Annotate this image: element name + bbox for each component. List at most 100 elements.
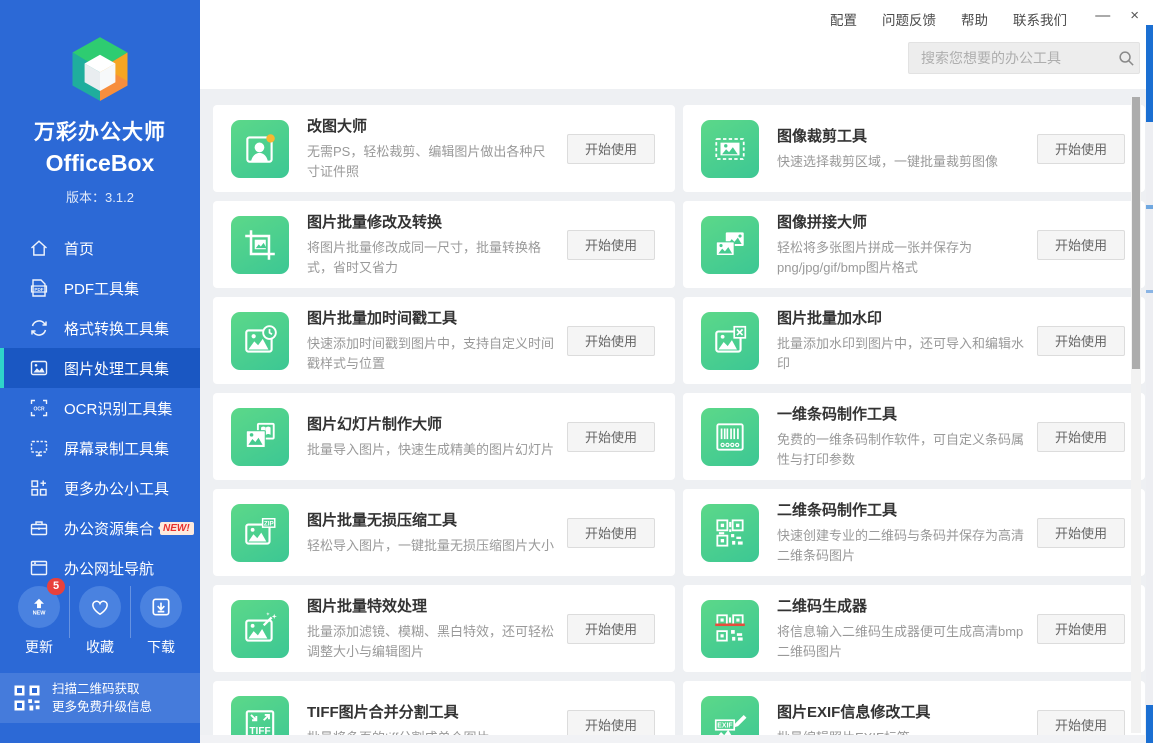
qrcode-icon xyxy=(701,503,759,562)
favorite-button[interactable]: 收藏 xyxy=(72,585,128,657)
edge-segment xyxy=(1146,25,1153,122)
sidebar-item-label: 办公网址导航 xyxy=(64,560,155,578)
resize-photo-icon xyxy=(231,215,289,274)
avatar-photo-icon xyxy=(231,119,289,178)
tool-text: 图片批量加时间戳工具快速添加时间戳到图片中，支持自定义时间戳样式与位置 xyxy=(307,307,557,374)
sidebar-item-6[interactable]: 更多办公小工具 xyxy=(0,468,200,508)
qr-upgrade-text: 扫描二维码获取 更多免费升级信息 xyxy=(52,681,153,714)
tool-description: 批量将多页的tiff分割成单个图片 xyxy=(307,728,557,735)
download-button[interactable]: 下载 xyxy=(133,585,189,657)
sidebar-item-2[interactable]: 格式转换工具集 xyxy=(0,308,200,348)
window-controls: — × xyxy=(1095,6,1139,26)
tool-description: 免费的一维条码制作软件，可自定义条码属性与打印参数 xyxy=(777,431,1025,467)
sidebar-item-8[interactable]: 办公网址导航 xyxy=(0,548,200,588)
tool-title: 二维条码制作工具 xyxy=(777,501,898,519)
close-button[interactable]: × xyxy=(1130,6,1139,26)
menu-item-2[interactable]: 帮助 xyxy=(961,9,988,29)
edge-segment xyxy=(1146,0,1153,25)
vertical-scrollbar[interactable] xyxy=(1131,97,1141,733)
tool-card: 一维条码制作工具免费的一维条码制作软件，可自定义条码属性与打印参数 开始使用 xyxy=(683,393,1145,480)
search-box xyxy=(908,42,1140,74)
start-use-button[interactable]: 开始使用 xyxy=(1037,421,1125,452)
tool-card: ZIP 图片批量无损压缩工具 轻松导入图片，一键批量无损压缩图片大小 开始使用 xyxy=(213,489,675,576)
tool-card: 图片批量加水印批量添加水印到图片中，还可导入和编辑水印 开始使用 xyxy=(683,297,1145,384)
tiff-icon: TIFF xyxy=(231,695,289,735)
search-icon[interactable] xyxy=(1113,50,1139,67)
tool-title: TIFF图片合并分割工具 xyxy=(307,703,459,721)
tool-title: 图片批量加水印 xyxy=(777,309,883,327)
start-use-button[interactable]: 开始使用 xyxy=(1037,613,1125,644)
start-use-button[interactable]: 开始使用 xyxy=(1037,517,1125,548)
svg-text:EXIF: EXIF xyxy=(717,722,732,729)
start-use-button[interactable]: 开始使用 xyxy=(567,517,655,548)
pdf-icon: PDF xyxy=(28,277,50,299)
browser-icon xyxy=(28,557,50,579)
tool-title: 改图大师 xyxy=(307,117,368,135)
sidebar-item-label: PDF工具集 xyxy=(64,280,140,298)
svg-text:PDF: PDF xyxy=(34,287,43,292)
tool-description: 将信息输入二维码生成器便可生成高清bmp二维码图片 xyxy=(777,623,1024,659)
exif-icon: EXIF xyxy=(701,695,759,735)
sidebar-item-7[interactable]: 办公资源集合 NEW! xyxy=(0,508,200,548)
start-use-button[interactable]: 开始使用 xyxy=(567,709,655,735)
update-button[interactable]: 5 NEW 更新 xyxy=(11,577,67,657)
start-use-button[interactable]: 开始使用 xyxy=(1037,229,1125,260)
qr-upgrade-panel[interactable]: 扫描二维码获取 更多免费升级信息 xyxy=(0,672,200,723)
convert-icon xyxy=(28,317,50,339)
tool-description: 批量添加滤镜、模糊、黑白特效，还可轻松调整大小与编辑图片 xyxy=(307,623,555,659)
start-use-button[interactable]: 开始使用 xyxy=(567,133,655,164)
tool-card: 二维条码制作工具 快速创建专业的二维码与条码并保存为高清二维条码图片 开始使用 xyxy=(683,489,1145,576)
sidebar-item-0[interactable]: 首页 xyxy=(0,228,200,268)
start-use-button[interactable]: 开始使用 xyxy=(1037,709,1125,735)
start-use-button[interactable]: 开始使用 xyxy=(1037,133,1125,164)
tool-title: 图片批量加时间戳工具 xyxy=(307,309,458,327)
start-use-button[interactable]: 开始使用 xyxy=(567,325,655,356)
main-area: 配置 问题反馈 帮助 联系我们 — × 改图大师无需PS，轻松裁剪、编辑图片做出各种尺… xyxy=(200,0,1153,743)
tool-description: 批量添加水印到图片中，还可导入和编辑水印 xyxy=(777,335,1025,371)
tool-title: 图片EXIF信息修改工具 xyxy=(777,703,931,721)
tool-card: 图片幻灯片制作大师 批量导入图片，快速生成精美的图片幻灯片 开始使用 xyxy=(213,393,675,480)
tool-title: 图片批量无损压缩工具 xyxy=(307,511,458,529)
tool-card: 图像裁剪工具 快速选择裁剪区域，一键批量裁剪图像 开始使用 xyxy=(683,105,1145,192)
tool-title: 图片批量修改及转换 xyxy=(307,213,443,231)
sidebar-item-3[interactable]: 图片处理工具集 xyxy=(0,348,200,388)
tool-text: 二维码生成器 将信息输入二维码生成器便可生成高清bmp二维码图片 xyxy=(777,595,1027,662)
tool-card: 图像拼接大师 轻松将多张图片拼成一张并保存为png/jpg/gif/bmp图片格式… xyxy=(683,201,1145,288)
menu-item-3[interactable]: 联系我们 xyxy=(1013,9,1067,29)
sidebar-item-label: 首页 xyxy=(64,240,95,258)
qr-generator-icon xyxy=(701,599,759,658)
tool-text: 图像裁剪工具 快速选择裁剪区域，一键批量裁剪图像 xyxy=(777,125,1027,172)
sidebar-item-label: 格式转换工具集 xyxy=(64,320,170,338)
barcode-icon xyxy=(701,407,759,466)
svg-text:NEW: NEW xyxy=(33,610,47,616)
menu-item-1[interactable]: 问题反馈 xyxy=(882,9,936,29)
sidebar-item-1[interactable]: PDF PDF工具集 xyxy=(0,268,200,308)
start-use-button[interactable]: 开始使用 xyxy=(567,229,655,260)
sidebar-item-label: OCR识别工具集 xyxy=(64,400,173,418)
start-use-button[interactable]: 开始使用 xyxy=(1037,325,1125,356)
update-count-badge: 5 xyxy=(47,577,65,595)
ocr-icon: OCR xyxy=(28,397,50,419)
tool-card: EXIF图片EXIF信息修改工具批量编辑照片EXIF标签开始使用 xyxy=(683,681,1145,735)
tool-card: 图片批量修改及转换 将图片批量修改成同一尺寸，批量转换格式，省时又省力 开始使用 xyxy=(213,201,675,288)
sidebar-item-4[interactable]: OCR OCR识别工具集 xyxy=(0,388,200,428)
tool-description: 无需PS，轻松裁剪、编辑图片做出各种尺寸证件照 xyxy=(307,143,546,179)
sidebar-footer: 5 NEW 更新 收藏 下载 扫描二维码获取 更多免费升级信息 xyxy=(0,577,200,743)
menu-item-0[interactable]: 配置 xyxy=(830,9,857,29)
tool-description: 快速添加时间戳到图片中，支持自定义时间戳样式与位置 xyxy=(307,335,555,371)
search-input[interactable] xyxy=(909,50,1113,66)
start-use-button[interactable]: 开始使用 xyxy=(567,421,655,452)
tool-text: 图片批量特效处理 批量添加滤镜、模糊、黑白特效，还可轻松调整大小与编辑图片 xyxy=(307,595,557,662)
sidebar-item-5[interactable]: 屏幕录制工具集 xyxy=(0,428,200,468)
divider xyxy=(130,585,131,638)
scrollbar-thumb[interactable] xyxy=(1132,97,1140,369)
tool-title: 一维条码制作工具 xyxy=(777,405,898,423)
tool-title: 图片幻灯片制作大师 xyxy=(307,415,443,433)
start-use-button[interactable]: 开始使用 xyxy=(567,613,655,644)
sidebar-item-label: 图片处理工具集 xyxy=(64,360,170,378)
minimize-button[interactable]: — xyxy=(1095,6,1110,26)
sidebar: 万彩办公大师 OfficeBox 版本：3.1.2 首页 PDF PDF工具集 格式转… xyxy=(0,0,200,743)
tool-title: 图像裁剪工具 xyxy=(777,127,868,145)
tool-text: TIFF图片合并分割工具批量将多页的tiff分割成单个图片 xyxy=(307,701,557,735)
tool-description: 轻松导入图片，一键批量无损压缩图片大小 xyxy=(307,537,555,553)
